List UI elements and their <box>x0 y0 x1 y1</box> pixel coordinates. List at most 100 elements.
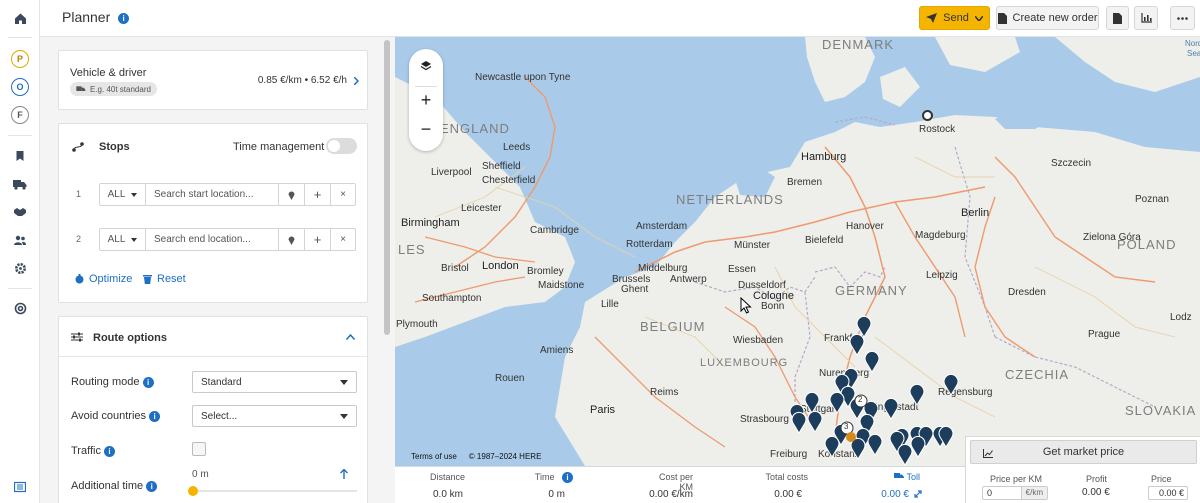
info-icon[interactable]: i <box>149 410 161 422</box>
slider-handle[interactable] <box>188 486 198 496</box>
info-icon[interactable]: i <box>562 472 573 484</box>
profit-label: Profit <box>1086 474 1108 484</box>
chevron-right-icon <box>354 77 359 85</box>
start-location-placeholder: Search start location... <box>154 189 254 200</box>
layers-icon[interactable] <box>417 57 435 75</box>
export-document-button[interactable] <box>1106 6 1129 30</box>
stop-row-end: ALL Search end location... + × <box>99 228 356 251</box>
sliders-icon <box>71 332 83 342</box>
support-icon[interactable] <box>8 297 32 319</box>
vehicle-badge: E.g. 40t standard <box>70 82 157 96</box>
page-title: Planner i <box>62 9 130 25</box>
more-icon <box>1177 16 1188 20</box>
info-icon[interactable]: i <box>142 376 154 388</box>
price-per-km-input[interactable]: 0 €/km <box>982 486 1048 500</box>
close-icon[interactable]: × <box>331 229 355 250</box>
create-new-order-label: Create new order <box>1012 12 1098 24</box>
get-market-price-button[interactable]: Get market price <box>970 440 1197 464</box>
zoom-out-button[interactable]: − <box>417 120 435 139</box>
panel-scrollbar[interactable] <box>383 37 391 503</box>
rail-f-shortcut[interactable]: F <box>11 106 29 124</box>
toll-label[interactable]: Toll <box>875 472 920 482</box>
price-input[interactable]: 0.00 € <box>1148 486 1188 500</box>
route-stats-bar: Distance 0.0 km Time i 0 m Cost per KM 0… <box>395 466 965 503</box>
home-icon[interactable] <box>8 7 32 29</box>
route-options-header[interactable]: Route options <box>59 317 367 357</box>
bookmark-icon[interactable] <box>8 145 32 167</box>
route-map[interactable]: DENMARK NETHERLANDS GERMANY BELGIUM LUXE… <box>395 37 1200 466</box>
time-label: Time i <box>531 472 573 484</box>
more-options-button[interactable] <box>1170 6 1195 30</box>
routing-mode-text: Routing mode <box>71 376 140 388</box>
stop-filter-select[interactable]: ALL <box>100 229 146 250</box>
rail-o-shortcut[interactable]: O <box>11 78 29 96</box>
avoid-countries-select[interactable]: Select... <box>192 405 357 427</box>
routing-mode-label: Routing mode i <box>71 376 154 388</box>
time-management-label: Time management <box>233 141 325 153</box>
plus-icon[interactable]: + <box>305 229 331 250</box>
pin-icon[interactable] <box>279 229 305 250</box>
rail-divider <box>8 37 32 38</box>
stop-index: 2 <box>76 234 82 244</box>
market-price-panel: Get market price Price per KM 0 €/km Pro… <box>965 436 1200 503</box>
time-management-toggle[interactable] <box>326 138 357 154</box>
time-label-text: Time <box>534 472 555 482</box>
map-attribution: Terms of use © 1987–2024 HERE <box>411 452 541 461</box>
reset-button[interactable]: Reset <box>143 273 186 285</box>
users-icon[interactable] <box>8 229 32 251</box>
analytics-button[interactable] <box>1134 6 1158 30</box>
vehicle-rate: 0.85 €/km • 6.52 €/h <box>257 75 347 86</box>
avoid-countries-label: Avoid countries i <box>71 410 161 422</box>
price-per-km-value: 0 <box>987 488 993 498</box>
top-header: Planner i Send Create new order <box>40 0 1200 37</box>
collapse-sidebar-icon[interactable] <box>8 476 32 498</box>
cost-per-km-value: 0.00 €/km <box>649 489 693 500</box>
vehicle-badge-text: E.g. 40t standard <box>90 84 151 94</box>
vehicle-driver-card[interactable]: Vehicle & driver E.g. 40t standard 0.85 … <box>58 50 368 110</box>
chevron-up-icon <box>346 334 355 340</box>
info-icon[interactable]: i <box>104 445 116 457</box>
info-icon[interactable]: i <box>118 12 130 24</box>
additional-time-slider[interactable] <box>188 486 357 496</box>
optimize-button[interactable]: Optimize <box>75 273 132 285</box>
close-icon[interactable]: × <box>331 184 355 205</box>
handshake-icon[interactable] <box>8 201 32 223</box>
toggle-knob <box>328 140 340 152</box>
rail-p-shortcut[interactable]: P <box>11 50 29 68</box>
traffic-checkbox[interactable] <box>192 442 206 456</box>
distance-value: 0.0 km <box>433 489 464 500</box>
toll-label-text: Toll <box>906 472 920 482</box>
create-new-order-button[interactable]: Create new order <box>996 6 1099 30</box>
plus-icon[interactable]: + <box>305 184 331 205</box>
terms-of-use-link[interactable]: Terms of use <box>411 452 457 461</box>
rail-divider <box>8 288 32 289</box>
end-location-placeholder: Search end location... <box>154 234 251 245</box>
end-location-input[interactable]: Search end location... <box>146 229 279 250</box>
additional-time-label: Additional time i <box>71 480 158 492</box>
start-location-input[interactable]: Search start location... <box>146 184 279 205</box>
routing-mode-select[interactable]: Standard <box>192 371 357 393</box>
expand-icon[interactable] <box>914 490 922 498</box>
truck-icon[interactable] <box>8 173 32 195</box>
stop-filter-select[interactable]: ALL <box>100 184 146 205</box>
gear-icon[interactable] <box>8 257 32 279</box>
send-button-label: Send <box>943 12 969 24</box>
caret-down-icon <box>131 237 138 242</box>
chevron-down-icon <box>974 15 983 21</box>
map-pins <box>789 315 959 466</box>
info-icon[interactable]: i <box>146 480 158 492</box>
pin-icon[interactable] <box>279 184 305 205</box>
additional-time-text: Additional time <box>71 480 144 492</box>
bar-chart-icon <box>1140 13 1152 23</box>
truck-icon <box>76 86 86 91</box>
additional-time-value: 0 m <box>192 469 209 480</box>
send-button[interactable]: Send <box>919 6 990 30</box>
mouse-cursor-icon <box>740 297 752 314</box>
arrow-up-icon[interactable] <box>340 469 348 479</box>
total-costs-value: 0.00 € <box>774 489 802 500</box>
scrollbar-thumb[interactable] <box>384 40 390 335</box>
avoid-countries-text: Avoid countries <box>71 410 147 422</box>
map-cluster-count[interactable]: 2 <box>858 395 862 404</box>
zoom-in-button[interactable]: + <box>417 91 435 109</box>
map-cluster-count[interactable]: 3 <box>844 422 848 431</box>
